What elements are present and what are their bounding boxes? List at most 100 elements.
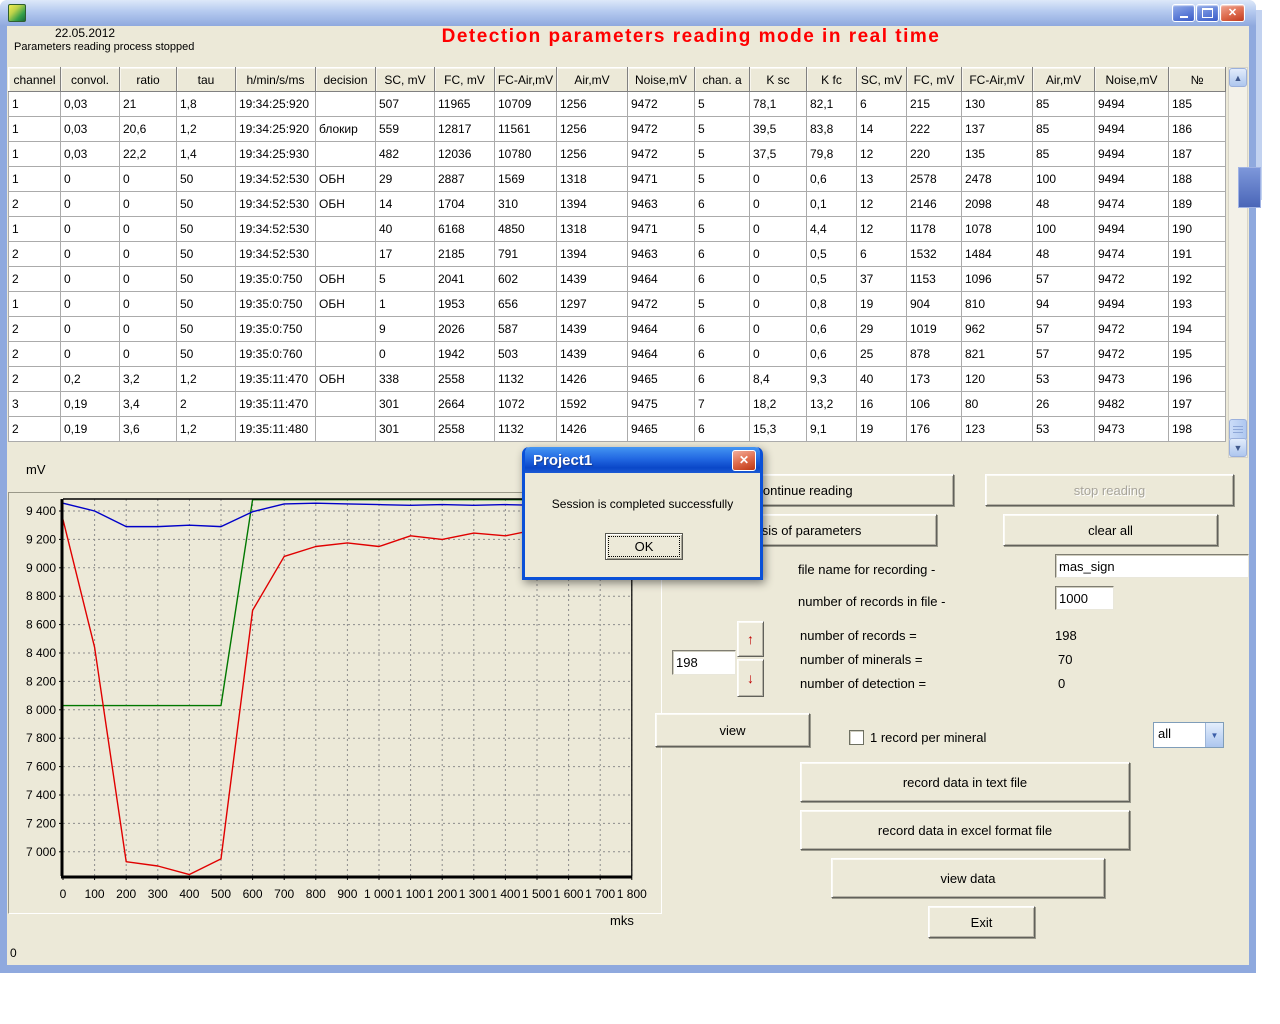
records-in-file-input[interactable] <box>1055 586 1114 610</box>
exit-button[interactable]: Exit <box>928 906 1035 938</box>
table-cell: 1 <box>376 292 435 317</box>
minimize-button[interactable] <box>1172 4 1195 22</box>
dropdown-arrow-icon[interactable]: ▼ <box>1205 723 1223 747</box>
table-cell: 1704 <box>435 192 495 217</box>
table-cell: 7 <box>695 392 750 417</box>
spin-down-icon: ↓ <box>747 670 754 686</box>
table-cell: 100 <box>1033 217 1095 242</box>
table-cell: 1256 <box>557 142 628 167</box>
table-cell: 9494 <box>1095 92 1169 117</box>
table-cell: 2 <box>9 317 61 342</box>
svg-text:500: 500 <box>211 887 231 901</box>
table-cell: 0,8 <box>807 292 857 317</box>
table-cell: 0 <box>61 217 120 242</box>
table-cell: 53 <box>1033 417 1095 442</box>
title-bar[interactable] <box>0 0 1256 26</box>
table-cell: 6 <box>857 242 907 267</box>
table-cell: 1 <box>9 167 61 192</box>
table-header-cell: Air,mV <box>1033 68 1095 92</box>
table-header-cell: SC, mV <box>857 68 907 92</box>
table-cell: 810 <box>962 292 1033 317</box>
table-cell: 185 <box>1169 92 1226 117</box>
table-cell: 222 <box>907 117 962 142</box>
table-cell: 2478 <box>962 167 1033 192</box>
one-record-checkbox[interactable] <box>849 730 864 745</box>
table-cell: 1078 <box>962 217 1033 242</box>
table-cell: 1153 <box>907 267 962 292</box>
table-cell: 2 <box>9 367 61 392</box>
table-cell: 187 <box>1169 142 1226 167</box>
record-excel-file-button[interactable]: record data in excel format file <box>800 810 1130 850</box>
table-cell: 18,2 <box>750 392 807 417</box>
svg-text:1 200: 1 200 <box>427 887 457 901</box>
table-cell: 0,03 <box>61 142 120 167</box>
record-text-file-button[interactable]: record data in text file <box>800 762 1130 802</box>
table-cell: 482 <box>376 142 435 167</box>
table-cell: 100 <box>1033 167 1095 192</box>
ok-button[interactable]: OK <box>605 533 683 560</box>
table-cell: 3 <box>9 392 61 417</box>
table-cell: 9494 <box>1095 292 1169 317</box>
table-cell: 19:35:0:750 <box>236 292 316 317</box>
table-cell: 48 <box>1033 242 1095 267</box>
table-cell: 9472 <box>628 292 695 317</box>
table-row: 1005019:34:52:530ОБН29288715691318947150… <box>9 167 1226 192</box>
svg-text:1 500: 1 500 <box>522 887 552 901</box>
table-cell: 9471 <box>628 167 695 192</box>
table-cell: 1426 <box>557 417 628 442</box>
table-cell: 12 <box>857 192 907 217</box>
table-cell: 9,1 <box>807 417 857 442</box>
table-scrollbar[interactable]: ▲ ▼ <box>1228 67 1248 458</box>
table-row: 2005019:34:52:530ОБН14170431013949463600… <box>9 192 1226 217</box>
table-cell: 50 <box>177 292 236 317</box>
file-name-input[interactable] <box>1055 554 1249 578</box>
table-cell: 173 <box>907 367 962 392</box>
table-cell: 2578 <box>907 167 962 192</box>
filter-dropdown[interactable]: all ▼ <box>1153 722 1224 748</box>
clear-all-button[interactable]: clear all <box>1003 514 1218 546</box>
svg-text:1 100: 1 100 <box>396 887 426 901</box>
table-header-cell: convol. <box>61 68 120 92</box>
table-cell: 189 <box>1169 192 1226 217</box>
table-cell: 5 <box>695 292 750 317</box>
table-cell: 9465 <box>628 417 695 442</box>
scroll-down-icon: ▼ <box>1234 443 1243 453</box>
svg-text:300: 300 <box>148 887 168 901</box>
record-index-input[interactable] <box>672 650 736 675</box>
table-cell: 50 <box>177 192 236 217</box>
svg-text:1 600: 1 600 <box>554 887 584 901</box>
table-cell: 2558 <box>435 367 495 392</box>
table-header-cell: FC, mV <box>435 68 495 92</box>
data-table: channelconvol.ratiotauh/min/s/msdecision… <box>8 67 1226 442</box>
spin-up-button[interactable]: ↑ <box>737 621 764 657</box>
table-cell: ОБН <box>316 367 376 392</box>
num-minerals-value: 70 <box>1058 652 1072 667</box>
table-cell: 9463 <box>628 192 695 217</box>
scroll-down-button[interactable]: ▼ <box>1229 438 1247 457</box>
table-cell: 21 <box>120 92 177 117</box>
stop-reading-button[interactable]: stop reading <box>985 474 1234 506</box>
table-cell: 215 <box>907 92 962 117</box>
spin-down-button[interactable]: ↓ <box>737 659 764 697</box>
view-data-button[interactable]: view data <box>831 858 1105 898</box>
table-cell: 0 <box>120 317 177 342</box>
dialog-title-bar[interactable]: Project1 ✕ <box>525 447 760 473</box>
table-cell: 85 <box>1033 92 1095 117</box>
table-cell: 220 <box>907 142 962 167</box>
desktop: ✕ 22.05.2012 Parameters reading process … <box>0 0 1280 1024</box>
table-row: 2005019:35:0:7509202658714399464600,6291… <box>9 317 1226 342</box>
scroll-up-button[interactable]: ▲ <box>1229 68 1247 87</box>
table-cell: 12817 <box>435 117 495 142</box>
table-cell: 2041 <box>435 267 495 292</box>
close-button[interactable]: ✕ <box>1220 4 1245 22</box>
dialog-close-button[interactable]: ✕ <box>732 450 756 471</box>
maximize-icon <box>1202 8 1213 18</box>
table-cell: 9473 <box>1095 417 1169 442</box>
view-button[interactable]: view <box>655 713 810 747</box>
table-cell <box>316 317 376 342</box>
table-cell: 0 <box>750 342 807 367</box>
maximize-button[interactable] <box>1196 4 1219 22</box>
close-icon: ✕ <box>1228 8 1237 19</box>
table-cell: 12036 <box>435 142 495 167</box>
table-cell: 9464 <box>628 317 695 342</box>
